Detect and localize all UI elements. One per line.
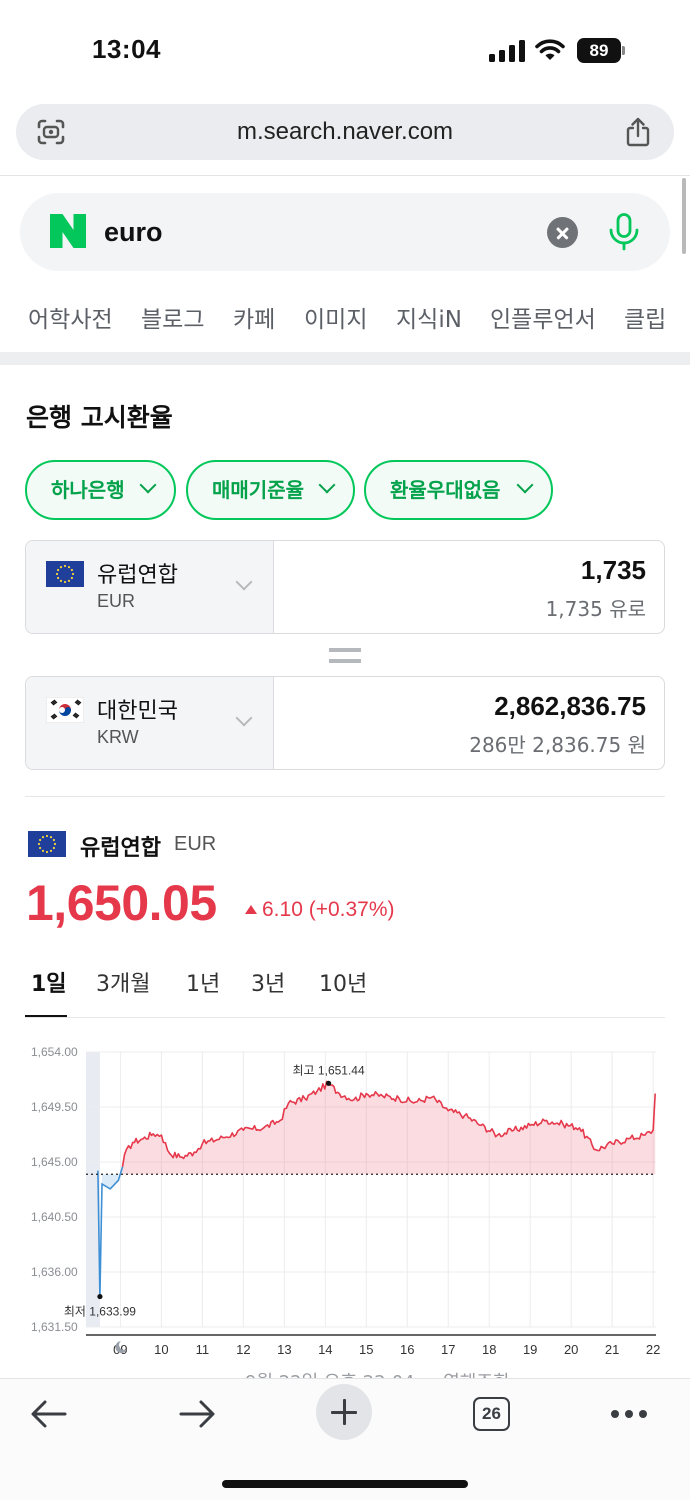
- x-tick-label: 11: [196, 1342, 210, 1357]
- from-currency-select[interactable]: 유럽연합 EUR: [26, 541, 274, 633]
- current-rate-value: 1,650.05: [26, 875, 217, 931]
- x-tick-label: 14: [318, 1342, 332, 1357]
- y-tick-label: 1,654.00: [31, 1045, 78, 1059]
- y-tick-label: 1,640.50: [31, 1210, 78, 1224]
- exchange-section-title: 은행 고시환율: [26, 403, 173, 432]
- tab-blog[interactable]: 블로그: [141, 300, 204, 334]
- preference-filter-label: 환율우대없음: [390, 478, 501, 502]
- search-category-tabs: 어학사전 블로그 카페 이미지 지식iN 인플루언서 클립: [0, 300, 690, 334]
- x-tick-label: 10: [154, 1342, 168, 1357]
- from-currency-code: EUR: [97, 591, 136, 611]
- chevron-down-icon: [516, 476, 534, 494]
- chevron-down-icon: [139, 476, 157, 494]
- high-label: 최고 1,651.44: [293, 1063, 365, 1077]
- bank-filter-chip[interactable]: 하나은행: [25, 460, 176, 520]
- tab-knowledge-in[interactable]: 지식iN: [396, 300, 462, 334]
- search-input[interactable]: euro: [104, 217, 163, 248]
- chevron-down-icon: [318, 476, 336, 494]
- price-currency-name: 유럽연합: [80, 836, 161, 861]
- period-tabs-baseline: [25, 1017, 665, 1018]
- low-point-marker: [97, 1293, 103, 1300]
- to-currency-code: KRW: [97, 727, 139, 747]
- period-tab-1y[interactable]: 1년: [186, 966, 220, 998]
- wifi-icon: [535, 39, 565, 60]
- cellular-signal-icon: [489, 40, 525, 62]
- x-tick-label: 22: [646, 1342, 660, 1357]
- to-currency-row: 대한민국 KRW 2,862,836.75 286만 2,836.75 원: [25, 676, 665, 770]
- x-tick-label: 21: [605, 1342, 619, 1357]
- period-tab-3m[interactable]: 3개월: [96, 966, 150, 998]
- browser-divider: [0, 175, 690, 176]
- share-icon[interactable]: [624, 116, 652, 148]
- address-bar[interactable]: m.search.naver.com: [16, 104, 674, 160]
- x-tick-label: 18: [482, 1342, 496, 1357]
- home-indicator[interactable]: [222, 1480, 468, 1488]
- tab-dictionary[interactable]: 어학사전: [28, 300, 113, 334]
- to-amount-value[interactable]: 2,862,836.75: [494, 691, 646, 722]
- battery-cap: [622, 46, 625, 55]
- search-box[interactable]: euro: [20, 193, 670, 271]
- y-tick-label: 1,645.00: [31, 1155, 78, 1169]
- clear-search-button[interactable]: [547, 217, 578, 248]
- chevron-down-icon: [235, 573, 253, 591]
- x-tick-label: 12: [236, 1342, 250, 1357]
- url-text[interactable]: m.search.naver.com: [16, 118, 674, 146]
- y-tick-label: 1,649.50: [31, 1100, 78, 1114]
- rate-type-filter-chip[interactable]: 매매기준율: [186, 460, 355, 520]
- x-tick-label: 20: [564, 1342, 578, 1357]
- x-tick-label: 17: [441, 1342, 455, 1357]
- from-amount-input[interactable]: 1,735: [581, 555, 646, 586]
- rate-change: 6.10 (+0.37%): [245, 898, 395, 922]
- scroll-indicator[interactable]: [682, 178, 686, 254]
- up-arrow-icon: [245, 905, 257, 914]
- naver-logo-icon[interactable]: [50, 214, 86, 248]
- tab-clip[interactable]: 클립: [624, 300, 666, 334]
- from-currency-row: 유럽연합 EUR 1,735 1,735 유로: [25, 540, 665, 634]
- section-separator: [0, 352, 690, 365]
- price-currency-code: EUR: [174, 833, 217, 855]
- rate-change-text: 6.10 (+0.37%): [262, 898, 395, 921]
- y-tick-label: 1,636.00: [31, 1265, 78, 1279]
- rate-type-filter-label: 매매기준율: [212, 478, 304, 502]
- y-tick-label: 1,631.50: [31, 1320, 78, 1334]
- x-tick-label: 19: [523, 1342, 537, 1357]
- back-arrow-icon[interactable]: [30, 1399, 68, 1429]
- rate-chart[interactable]: 1,654.00 1,649.50 1,645.00 1,640.50 1,636.00…: [0, 1030, 690, 1375]
- period-tab-10y[interactable]: 10년: [319, 966, 367, 998]
- high-point-marker: [325, 1080, 332, 1086]
- period-tab-1d[interactable]: 1일: [31, 966, 67, 998]
- tab-switcher-button[interactable]: 26: [473, 1397, 510, 1431]
- status-bar: 13:04 89: [0, 0, 690, 100]
- battery-icon: 89: [577, 38, 621, 63]
- period-tab-3y[interactable]: 3년: [251, 966, 285, 998]
- period-tab-active-indicator: [25, 1015, 67, 1017]
- to-amount-text: 286만 2,836.75 원: [469, 733, 646, 757]
- korea-flag-icon: [46, 697, 84, 723]
- tab-image[interactable]: 이미지: [304, 300, 367, 334]
- voice-search-icon[interactable]: [608, 213, 640, 251]
- eu-flag-icon: [28, 831, 66, 857]
- x-tick-label: 16: [400, 1342, 414, 1357]
- bank-filter-label: 하나은행: [51, 478, 125, 502]
- status-time: 13:04: [92, 34, 161, 64]
- x-tick-label: 13: [277, 1342, 291, 1357]
- new-tab-button[interactable]: [316, 1384, 372, 1440]
- equals-icon: [329, 648, 361, 663]
- from-currency-name: 유럽연합: [97, 563, 178, 588]
- low-label: 최저 1,633.99: [64, 1305, 136, 1319]
- x-tick-label: 15: [359, 1342, 373, 1357]
- chevron-down-icon: [235, 709, 253, 727]
- forward-arrow-icon[interactable]: [178, 1399, 216, 1429]
- more-options-icon[interactable]: [611, 1410, 647, 1418]
- to-currency-name: 대한민국: [97, 699, 178, 724]
- section-divider: [25, 796, 665, 797]
- to-currency-select[interactable]: 대한민국 KRW: [26, 677, 274, 769]
- preference-filter-chip[interactable]: 환율우대없음: [364, 460, 553, 520]
- tab-cafe[interactable]: 카페: [233, 300, 275, 334]
- eu-flag-icon: [46, 561, 84, 587]
- from-amount-text: 1,735 유로: [545, 597, 646, 621]
- tab-influencer[interactable]: 인플루언서: [490, 300, 596, 334]
